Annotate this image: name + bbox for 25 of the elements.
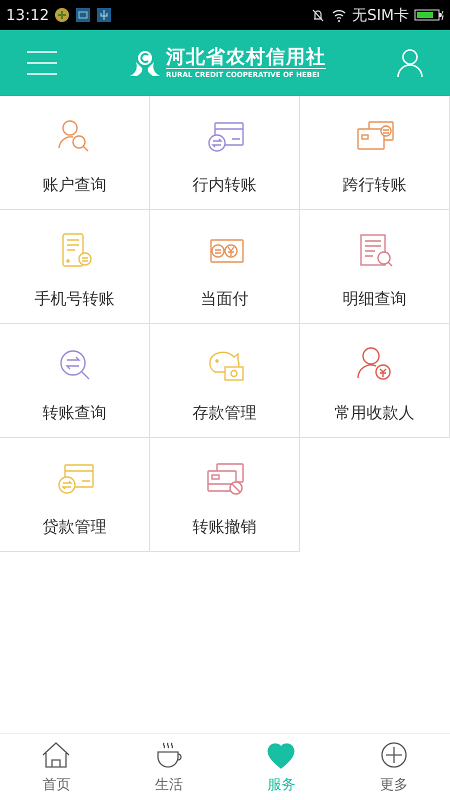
service-tile[interactable]: 手机号转账 (0, 210, 150, 324)
bank-title: 河北省农村信用社 (166, 46, 326, 68)
service-tile[interactable]: 行内转账 (150, 96, 300, 210)
user-icon[interactable] (396, 48, 424, 78)
screenshot-icon (75, 7, 92, 23)
wifi-icon (331, 7, 348, 23)
service-tile[interactable]: 跨行转账 (300, 96, 450, 210)
menu-icon[interactable] (26, 50, 58, 76)
service-tile[interactable]: 当面付 (150, 210, 300, 324)
service-tile[interactable]: 存款管理 (150, 324, 300, 438)
house-icon (41, 740, 72, 770)
usb-icon (96, 7, 112, 23)
service-tile[interactable]: 常用收款人 (300, 324, 450, 438)
app-icon (54, 7, 70, 23)
carrier-text: 无SIM卡 (352, 6, 409, 24)
mute-icon (310, 7, 326, 23)
service-tile[interactable]: 转账撤销 (150, 438, 300, 552)
service-tile[interactable]: 账户查询 (0, 96, 150, 210)
battery-icon (414, 8, 444, 22)
service-tile[interactable]: 转账查询 (0, 324, 150, 438)
service-tile[interactable]: 贷款管理 (0, 438, 150, 552)
service-tile[interactable]: 明细查询 (300, 210, 450, 324)
status-time: 13:12 (6, 6, 50, 24)
plus-icon (378, 740, 409, 770)
logo-icon (128, 48, 162, 78)
